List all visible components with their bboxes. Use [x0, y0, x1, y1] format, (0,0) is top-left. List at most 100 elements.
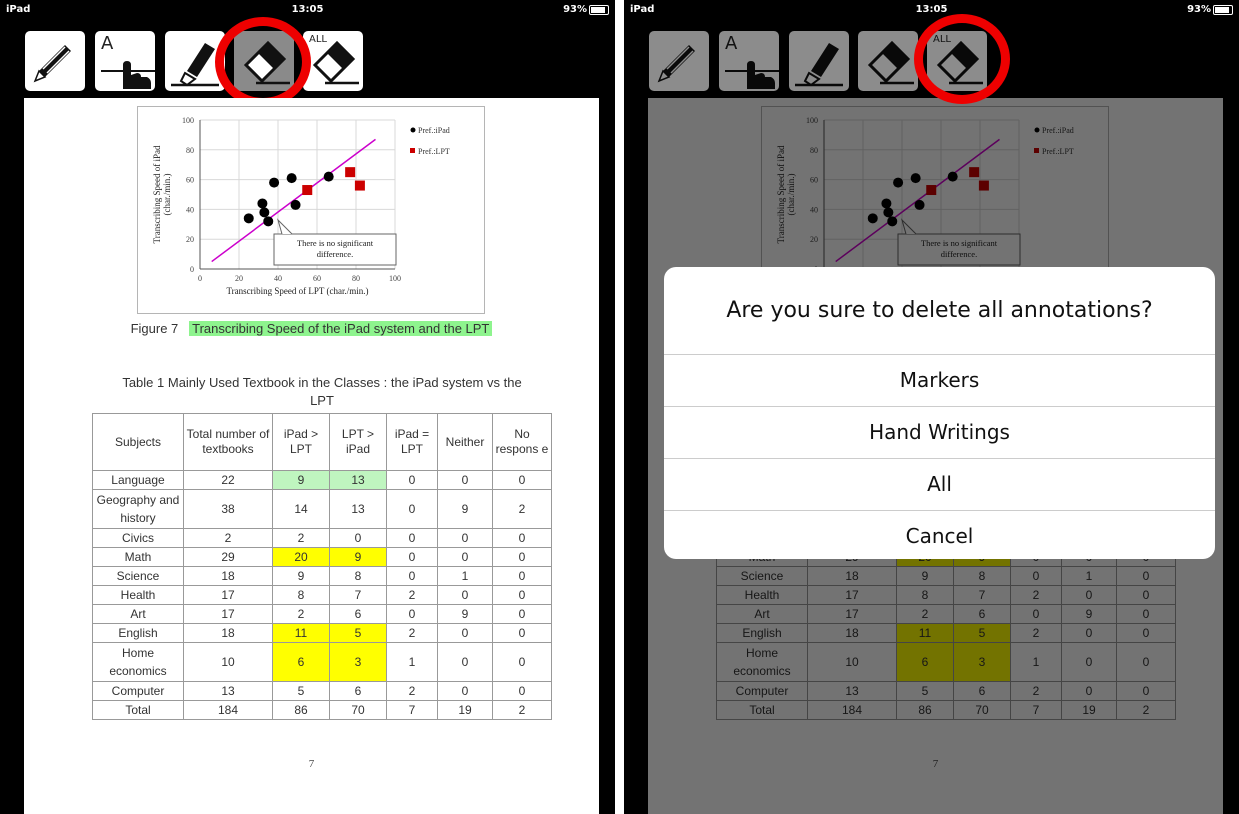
- highlight-circle: [215, 17, 311, 107]
- table-cell: Math: [92, 547, 184, 567]
- table-cell: Art: [92, 604, 184, 624]
- table-cell: 0: [492, 681, 552, 701]
- x-tick-label: 40: [274, 274, 282, 283]
- table-cell: 13: [329, 470, 387, 490]
- table-cell: 20: [272, 547, 330, 567]
- table-cell: 6: [329, 604, 387, 624]
- table-row: Science1898010: [92, 566, 552, 586]
- table-cell: 2: [386, 681, 438, 701]
- table-row: Civics220000: [92, 528, 552, 548]
- table-cell: 1: [437, 566, 493, 586]
- y-axis-label: Transcribing Speed of iPad(char./min.): [152, 145, 172, 243]
- battery-icon: [589, 5, 609, 15]
- text-tool-button[interactable]: A: [95, 31, 155, 91]
- data-point: [354, 180, 365, 191]
- table-cell: 8: [329, 566, 387, 586]
- data-point: [302, 185, 313, 196]
- table-cell: 0: [386, 528, 438, 548]
- table-cell: 0: [386, 566, 438, 586]
- table-cell: Computer: [92, 681, 184, 701]
- table-cell: 6: [329, 681, 387, 701]
- eraser-all-tool-button[interactable]: ALL: [303, 31, 363, 91]
- table-row: Total18486707192: [92, 700, 552, 720]
- chart-svg: 0 20 40 60 80 100 0 20 40 60 80 100 Transcribing Spe…: [152, 116, 450, 296]
- text-tool-label: A: [101, 33, 114, 54]
- table-cell: 11: [272, 623, 330, 643]
- column-header: iPad > LPT: [272, 413, 330, 471]
- highlighted-caption: Transcribing Speed of the iPad system an…: [189, 321, 493, 336]
- markers-option[interactable]: Markers: [664, 355, 1215, 407]
- table-cell: 0: [492, 604, 552, 624]
- table-cell: Total: [92, 700, 184, 720]
- column-header: Subjects: [92, 413, 184, 471]
- table-cell: 18: [183, 623, 273, 643]
- y-tick-label: 20: [186, 235, 194, 244]
- table-cell: 9: [329, 547, 387, 567]
- clock: 13:05: [291, 4, 324, 15]
- column-header: Neither: [437, 413, 493, 471]
- table-row: Health1787200: [92, 585, 552, 605]
- table-cell: 2: [183, 528, 273, 548]
- table-cell: 29: [183, 547, 273, 567]
- table-cell: 9: [272, 566, 330, 586]
- table-cell: 17: [183, 585, 273, 605]
- data-point: [290, 199, 301, 210]
- table-cell: 0: [437, 547, 493, 567]
- table-cell: English: [92, 623, 184, 643]
- all-option[interactable]: All: [664, 459, 1215, 511]
- table-cell: Science: [92, 566, 184, 586]
- table-cell: 184: [183, 700, 273, 720]
- table-cell: 0: [386, 604, 438, 624]
- column-header: Total number of textbooks: [183, 413, 273, 471]
- table-cell: 86: [272, 700, 330, 720]
- table-cell: 17: [183, 604, 273, 624]
- table-cell: 2: [272, 528, 330, 548]
- screen-right: iPad13:0593%AALL020406080100020406080100…: [624, 0, 1239, 814]
- table-cell: 9: [437, 489, 493, 529]
- table-cell: Civics: [92, 528, 184, 548]
- table-cell: 2: [492, 489, 552, 529]
- battery-percent: 93%: [563, 4, 587, 15]
- cancel-option[interactable]: Cancel: [664, 511, 1215, 559]
- x-tick-label: 100: [389, 274, 401, 283]
- table-cell: 0: [492, 470, 552, 490]
- data-point: [259, 207, 270, 218]
- table-row: Language22913000: [92, 470, 552, 490]
- x-tick-label: 60: [313, 274, 321, 283]
- table-row: English18115200: [92, 623, 552, 643]
- legend-label: Pref.:iPad: [418, 126, 450, 135]
- y-tick-label: 80: [186, 146, 194, 155]
- table-cell: 0: [329, 528, 387, 548]
- table-row: Computer1356200: [92, 681, 552, 701]
- table-cell: 0: [437, 470, 493, 490]
- data-point: [323, 171, 334, 182]
- legend-marker: [410, 148, 415, 153]
- scatter-chart: 0 20 40 60 80 100 0 20 40 60 80 100 Transcribing Spe…: [137, 106, 485, 314]
- document-page[interactable]: 020406080100020406080100Transcribing Spe…: [24, 98, 599, 814]
- table-cell: 0: [386, 470, 438, 490]
- table-cell: 2: [492, 700, 552, 720]
- figure-caption: Figure 7 Transcribing Speed of the iPad …: [24, 321, 599, 336]
- table-cell: 0: [437, 623, 493, 643]
- table-cell: 5: [272, 681, 330, 701]
- table-row: Geography and history381413092: [92, 489, 552, 529]
- table-cell: 0: [437, 585, 493, 605]
- data-point: [257, 198, 268, 209]
- x-axis-label: Transcribing Speed of LPT (char./min.): [227, 286, 369, 296]
- table-cell: 19: [437, 700, 493, 720]
- hand-writings-option[interactable]: Hand Writings: [664, 407, 1215, 459]
- table-cell: 1: [386, 642, 438, 682]
- callout-pointer: [276, 218, 293, 235]
- page-number: 7: [308, 758, 315, 770]
- table-cell: 6: [272, 642, 330, 682]
- annotation-toolbar: A ALL: [0, 17, 615, 107]
- table-cell: 0: [437, 642, 493, 682]
- pen-tool-icon: [33, 45, 71, 83]
- table-cell: 2: [386, 585, 438, 605]
- table-row: Home economics1063100: [92, 642, 552, 682]
- clock: 13:05: [915, 4, 948, 15]
- pen-tool-button[interactable]: [25, 31, 85, 91]
- table-cell: 18: [183, 566, 273, 586]
- battery-percent: 93%: [1187, 4, 1211, 15]
- y-tick-label: 60: [186, 176, 194, 185]
